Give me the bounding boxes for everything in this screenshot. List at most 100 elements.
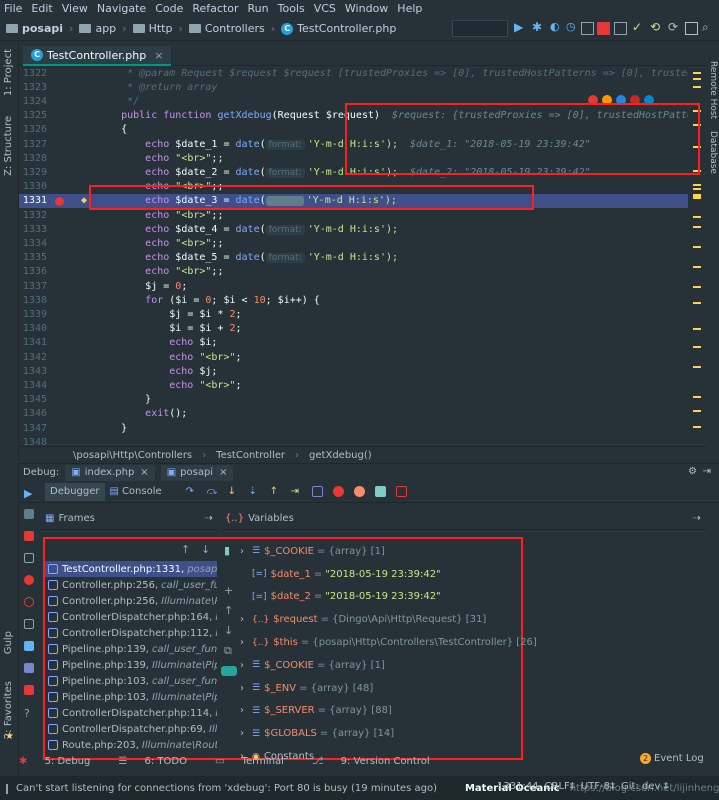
caret-position[interactable]: 1331:44: [497, 781, 539, 792]
frame-row[interactable]: Pipeline.php:103,call_user_func:{C:\U: [45, 673, 217, 689]
menu-tools[interactable]: Tools: [278, 2, 305, 15]
variable-row[interactable]: [=] $date_1 = "2018-05-19 23:39:42": [240, 563, 700, 586]
debug-session-tab-index[interactable]: ▣ index.php ×: [65, 464, 155, 481]
toggle-tool-windows-icon[interactable]: [6, 783, 8, 794]
expand-arrow-icon[interactable]: ›: [240, 637, 250, 648]
variables-tree[interactable]: › ☰ $_COOKIE = {array} [1] [=] $date_1 = "2018-…: [240, 540, 700, 762]
debugger-tab[interactable]: Debugger: [45, 482, 105, 501]
menu-vcs[interactable]: VCS: [314, 2, 336, 15]
stop-icon[interactable]: [597, 22, 610, 35]
move-down-icon[interactable]: ↓: [224, 624, 233, 637]
frame-row[interactable]: Pipeline.php:103,Illuminate\Pipeline\: [45, 689, 217, 705]
code-line-1338[interactable]: 1338 for ($i = 0; $i < 10; $i++) {: [19, 293, 688, 307]
error-stripe-mark[interactable]: [693, 366, 701, 368]
frame-row[interactable]: Pipeline.php:139,Illuminate\Pipeline\: [45, 657, 217, 673]
close-icon[interactable]: [24, 685, 34, 695]
gutter[interactable]: [51, 137, 97, 151]
code-line-1327[interactable]: 1327 echo $date_1 = date(format: 'Y-m-d H…: [19, 137, 688, 151]
gutter[interactable]: [51, 80, 97, 94]
gutter[interactable]: [51, 236, 97, 250]
undo-icon[interactable]: ⟳: [668, 20, 681, 34]
run-to-cursor-icon[interactable]: ⇥: [291, 486, 302, 497]
breadcrumb-app[interactable]: app ›: [79, 22, 127, 35]
error-stripe-mark[interactable]: [693, 302, 701, 304]
frames-list[interactable]: TestController.php:1331,posapi\Http\CoCo…: [45, 561, 217, 753]
frame-row[interactable]: Controller.php:256,call_user_func_array: [45, 577, 217, 593]
error-stripe-mark[interactable]: [693, 346, 701, 348]
current-line-mark[interactable]: [693, 194, 701, 199]
remote-host-tool-tab[interactable]: Remote Host: [708, 61, 718, 119]
frame-row[interactable]: ControllerDispatcher.php:112,Illumi: [45, 625, 217, 641]
crumb-namespace[interactable]: \posapi\Http\Controllers: [73, 450, 192, 461]
debug-icon[interactable]: ✱: [532, 20, 545, 34]
expand-arrow-icon[interactable]: ›: [240, 728, 250, 739]
code-line-1328[interactable]: 1328 echo "<br>";;: [19, 151, 688, 165]
error-stripe-mark[interactable]: [693, 410, 701, 412]
listen-debug-icon[interactable]: [614, 22, 627, 35]
gulp-tool-tab[interactable]: Gulp: [3, 631, 14, 654]
code-line-1322[interactable]: 1322 * @param Request $request $request …: [19, 66, 688, 80]
layout-icon[interactable]: [24, 553, 34, 563]
console-tab[interactable]: ▤ Console: [105, 483, 167, 501]
error-stripe-mark[interactable]: [693, 426, 701, 428]
expand-arrow-icon[interactable]: ›: [240, 660, 250, 671]
event-log-button[interactable]: 2 Event Log: [640, 753, 704, 764]
crumb-method[interactable]: getXdebug(): [309, 450, 372, 461]
build-icon[interactable]: [581, 22, 594, 35]
menu-refactor[interactable]: Refactor: [192, 2, 238, 15]
editor-error-stripe[interactable]: [688, 66, 707, 446]
evaluate-expression-icon[interactable]: [311, 486, 323, 497]
gutter[interactable]: [51, 109, 97, 123]
gutter[interactable]: [51, 378, 97, 392]
hide-icon[interactable]: ⇥: [703, 466, 711, 477]
gutter[interactable]: [51, 393, 97, 407]
debug-session-tab-posapi[interactable]: ▣ posapi ×: [160, 464, 234, 481]
gutter[interactable]: [51, 336, 97, 350]
move-up-icon[interactable]: ↑: [224, 604, 233, 617]
error-stripe-mark[interactable]: [693, 72, 701, 74]
code-line-1340[interactable]: 1340 $i = $i + 2;: [19, 322, 688, 336]
gutter[interactable]: [51, 251, 97, 265]
expand-arrow-icon[interactable]: ›: [240, 614, 250, 625]
expand-arrow-icon[interactable]: ›: [240, 546, 250, 557]
error-stripe-mark[interactable]: [693, 246, 701, 248]
code-line-1335[interactable]: 1335 echo $date_5 = date(format: 'Y-m-d H…: [19, 251, 688, 265]
file-encoding[interactable]: UTF-8‡: [581, 781, 615, 792]
code-line-1346[interactable]: 1346 exit();: [19, 407, 688, 421]
step-into-icon[interactable]: ↓: [228, 486, 239, 497]
profile-icon[interactable]: ◷: [566, 20, 579, 33]
code-line-1333[interactable]: 1333 echo $date_4 = date(format: 'Y-m-d H…: [19, 222, 688, 236]
code-line-1348[interactable]: 1348: [19, 435, 688, 446]
glasses-icon[interactable]: [221, 666, 237, 676]
variable-row[interactable]: › ☰ $_ENV = {array} [48]: [240, 677, 700, 700]
gutter[interactable]: [51, 279, 97, 293]
run-icon[interactable]: ▶: [514, 20, 527, 34]
code-line-1326[interactable]: 1326 {: [19, 123, 688, 137]
breadcrumb-controllers[interactable]: Controllers ›: [188, 22, 275, 35]
menu-view[interactable]: View: [62, 2, 88, 15]
expand-arrow-icon[interactable]: ›: [240, 705, 250, 716]
firefox-icon[interactable]: [602, 95, 612, 105]
bookmark-icon[interactable]: ▮: [224, 544, 230, 557]
validate-icon[interactable]: ✓: [632, 20, 645, 34]
show-execution-point-icon[interactable]: ↷: [186, 486, 197, 497]
resume-icon[interactable]: ▶: [24, 487, 34, 500]
error-stripe-mark[interactable]: [693, 216, 701, 218]
tab-debug[interactable]: ✱ 5: Debug: [19, 756, 104, 767]
variable-row[interactable]: › {..} $request = {Dingo\Api\Http\Request} …: [240, 608, 700, 631]
frame-row[interactable]: TestController.php:1331,posapi\Http\Co: [45, 561, 217, 577]
add-watch-icon[interactable]: +: [224, 584, 233, 597]
frame-down-icon[interactable]: ↓: [201, 543, 210, 556]
code-line-1331[interactable]: 1331 ◆ echo $date_3 = date( 'Y-m-d H:i:s'…: [19, 193, 688, 208]
code-line-1323[interactable]: 1323 * @return array: [19, 80, 688, 94]
menu-edit[interactable]: Edit: [31, 2, 52, 15]
error-stripe-mark[interactable]: [693, 78, 701, 80]
close-icon[interactable]: ×: [154, 49, 163, 62]
line-separator[interactable]: CRLF‡: [545, 781, 575, 792]
help-icon[interactable]: ?: [24, 707, 34, 720]
expand-arrow-icon[interactable]: ›: [240, 683, 250, 694]
restore-icon[interactable]: [24, 619, 34, 629]
gutter[interactable]: [51, 307, 97, 321]
code-editor[interactable]: 1322 * @param Request $request $request …: [19, 66, 688, 446]
frame-row[interactable]: Pipeline.php:139,call_user_func:{C:\U: [45, 641, 217, 657]
